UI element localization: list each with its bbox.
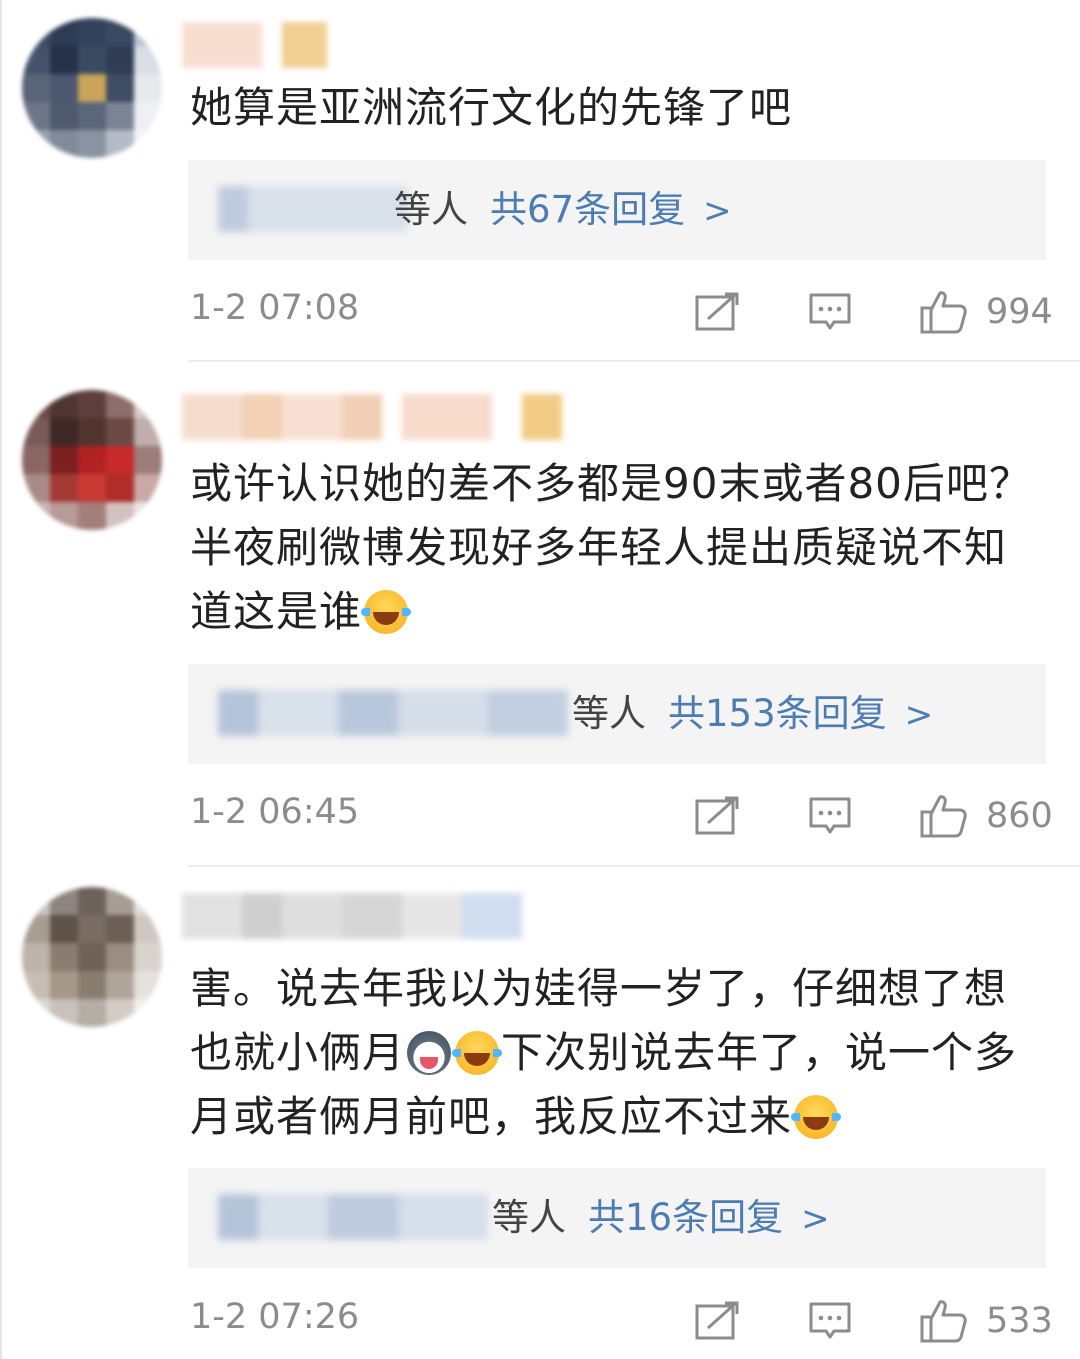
comment-text: 她算是亚洲流行文化的先锋了吧 [190,83,793,132]
timestamp: 1-2 07:26 [190,1297,360,1337]
reply-names-blurred [218,186,408,232]
reply-total-link[interactable]: 共153条回复 [668,692,887,735]
reply-names-blurred [218,1194,488,1240]
reply-names-blurred [218,690,568,736]
tears-of-joy-emoji [791,1095,842,1139]
thumbs-up-icon [920,795,967,838]
comment-button[interactable] [808,1291,852,1351]
comment-text: 或许认识她的差不多都是90末或者80后吧？半夜刷微博发现好多年轻人提出质疑说不知… [190,452,1048,644]
chevron-right-icon[interactable]: > [905,695,934,735]
reply-prefix: 等人 [572,692,646,735]
comment-meta: 1-2 06:45 860 [190,786,1053,846]
comment-item: 她算是亚洲流行文化的先锋了吧 等人 共67条回复 > 1-2 07:08 994 [2,0,1080,362]
reply-prefix: 等人 [394,188,468,231]
comment-text-content: 或许认识她的差不多都是90末或者80后吧？半夜刷微博发现好多年轻人提出质疑说不知… [190,459,1032,636]
share-button[interactable] [694,786,740,846]
comment-bubble-icon [809,1302,851,1339]
like-count: 860 [986,796,1053,836]
username-blurred[interactable] [182,22,342,68]
timestamp: 1-2 07:08 [190,288,360,328]
chevron-right-icon[interactable]: > [801,1199,830,1239]
reply-summary[interactable]: 等人 共16条回复 > [188,1168,1046,1268]
edit-share-icon [695,292,739,331]
comment-item: 害。说去年我以为娃得一岁了，仔细想了想也就小俩月 下次别说去年了，说一个多月或者俩… [2,867,1080,1359]
tears-of-joy-emoji [361,590,412,634]
like-button[interactable]: 994 [920,282,1053,342]
like-button[interactable]: 533 [920,1291,1053,1351]
chevron-right-icon[interactable]: > [703,191,732,231]
reply-count[interactable]: 等人 共67条回复 > [394,160,732,260]
husky-face-emoji [407,1031,452,1075]
avatar[interactable] [22,18,162,158]
thumbs-up-icon [920,1300,967,1343]
username-blurred[interactable] [182,893,542,939]
comment-button[interactable] [808,786,852,846]
comment-feed: 她算是亚洲流行文化的先锋了吧 等人共67条回复> 1-2 07:08 994 [0,0,1080,1359]
reply-total-link[interactable]: 共67条回复 [490,188,685,231]
comment-bubble-icon [809,797,851,834]
like-count: 994 [986,292,1053,332]
share-button[interactable] [694,282,740,342]
reply-count[interactable]: 等人 共153条回复 > [572,664,933,764]
comment-button[interactable] [808,282,852,342]
reply-summary[interactable]: 等人 共153条回复 > [188,664,1046,764]
edit-share-icon [695,1301,739,1340]
comment-text: 害。说去年我以为娃得一岁了，仔细想了想也就小俩月 下次别说去年了，说一个多月或者俩… [190,957,1048,1149]
comment-bubble-icon [809,293,851,330]
reply-count[interactable]: 等人 共16条回复 > [492,1168,830,1268]
like-count: 533 [986,1301,1053,1341]
edit-share-icon [695,796,739,835]
comment-meta: 1-2 07:26 533 [190,1291,1053,1351]
avatar[interactable] [22,390,162,530]
username-blurred[interactable] [182,394,562,440]
tears-of-joy-emoji [452,1031,503,1075]
like-button[interactable]: 860 [920,786,1053,846]
avatar[interactable] [22,887,162,1027]
timestamp: 1-2 06:45 [190,792,360,832]
reply-summary[interactable]: 等人 共67条回复 > [188,160,1046,260]
share-button[interactable] [694,1291,740,1351]
reply-total-link[interactable]: 共16条回复 [588,1196,783,1239]
reply-prefix: 等人 [492,1196,566,1239]
comment-item: 或许认识她的差不多都是90末或者80后吧？半夜刷微博发现好多年轻人提出质疑说不知… [2,362,1080,867]
thumbs-up-icon [920,291,967,334]
comment-meta: 1-2 07:08 994 [190,282,1053,342]
